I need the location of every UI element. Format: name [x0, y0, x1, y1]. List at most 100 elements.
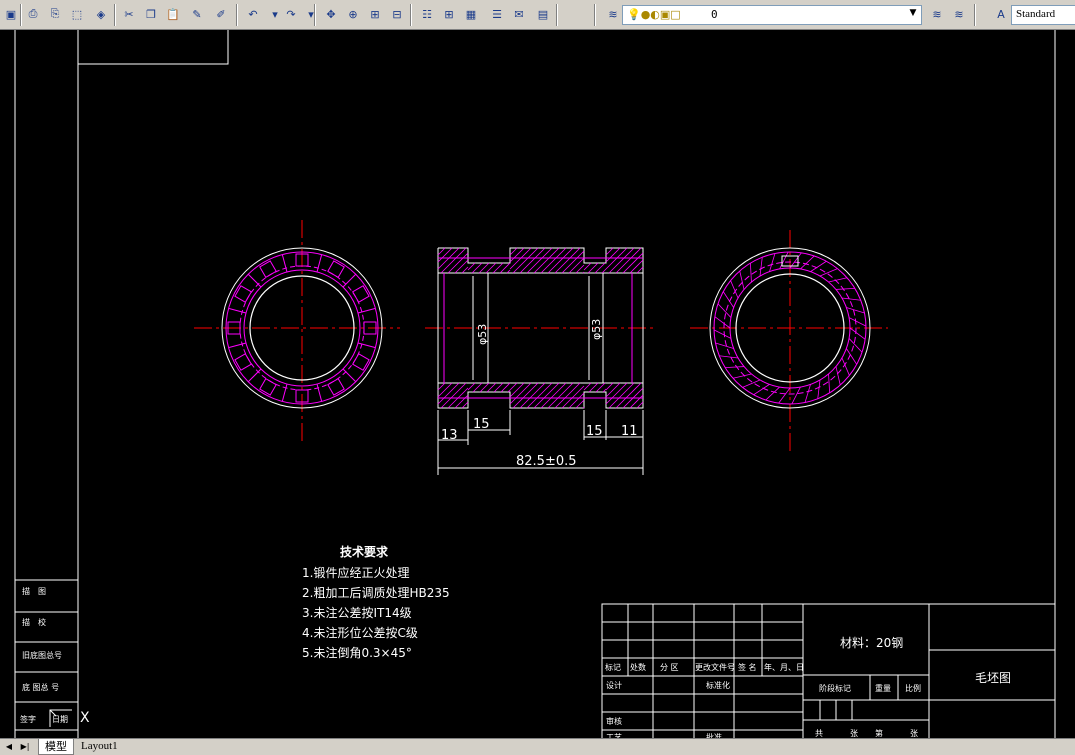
hatch-line	[486, 382, 497, 393]
toolbar-separator	[974, 4, 976, 26]
print-preview-icon[interactable]: ⎘	[46, 5, 64, 23]
hatch-line	[526, 247, 553, 274]
tooth-divider	[228, 307, 247, 314]
design-center-icon[interactable]: ⊞	[440, 5, 458, 23]
hatch-line	[437, 382, 446, 391]
layer-name: 0	[711, 8, 718, 21]
3d-dwf-icon[interactable]: ◈	[92, 5, 110, 23]
publish-icon[interactable]: ⬚	[68, 5, 86, 23]
copy-icon[interactable]: ❐	[142, 5, 160, 23]
hatch-line	[461, 401, 469, 409]
chevron-down-icon[interactable]: ▼	[907, 8, 919, 22]
tooth-divider	[342, 368, 357, 383]
tooth-divider	[247, 273, 262, 288]
hatch-line	[828, 277, 848, 283]
hatch-line	[608, 382, 635, 409]
tb-header: 标记	[605, 662, 621, 672]
zoom-window-icon[interactable]: ⊞	[366, 5, 384, 23]
tb-total: 共	[815, 729, 823, 738]
sheet-frame	[14, 30, 1056, 738]
hatch-line	[568, 257, 585, 274]
hatch-line	[595, 382, 606, 393]
tab-layout1[interactable]: Layout1	[75, 739, 124, 754]
dim-11: 11	[621, 424, 638, 439]
text-style-icon[interactable]: A	[992, 5, 1010, 23]
tooth-divider	[228, 342, 247, 349]
zoom-previous-icon[interactable]: ⊟	[388, 5, 406, 23]
tb-sheet-2: 张	[910, 729, 918, 738]
tech-item: 3.未注公差按IT14级	[302, 605, 412, 620]
text-style-dropdown[interactable]: Standard	[1011, 5, 1075, 25]
sheet-set-icon[interactable]: ☰	[488, 5, 506, 23]
hatch-line	[479, 382, 490, 393]
tb-header: 处数	[630, 662, 646, 672]
drawing-svg: 描 图 描 校 旧底图总号 底 图总 号 签字 日期 X 13 15 15 11…	[14, 30, 1056, 738]
print-icon[interactable]: ⎙	[24, 5, 42, 23]
hatch-line	[615, 247, 642, 274]
hatch-line	[588, 382, 599, 393]
pan-icon[interactable]: ✥	[322, 5, 340, 23]
properties-icon[interactable]: ☷	[418, 5, 436, 23]
layer-previous-icon[interactable]: ≋	[950, 5, 968, 23]
hatch-line	[749, 263, 752, 283]
layer-properties-icon[interactable]: ≋	[604, 5, 622, 23]
dim-overall: 82.5±0.5	[516, 454, 577, 469]
tb-nth: 第	[875, 728, 883, 738]
tooth-divider	[316, 254, 323, 273]
hatch-line	[636, 266, 644, 274]
hatch-line	[715, 342, 734, 349]
hatch-line	[636, 401, 644, 409]
right-end-view	[690, 230, 888, 455]
hatch-line	[605, 382, 614, 391]
redo-dropdown-icon[interactable]: ▾	[302, 5, 320, 23]
hatch-line	[526, 382, 553, 409]
toolbar-separator	[314, 4, 316, 26]
tech-item: 5.未注倒角0.3×45°	[302, 645, 412, 660]
hatch-line	[547, 382, 574, 409]
block-editor-icon[interactable]: ✐	[212, 5, 230, 23]
tab-nav-last-icon[interactable]: ▶|	[18, 740, 32, 753]
tab-model[interactable]: 模型	[38, 739, 74, 755]
cut-icon[interactable]: ✂	[120, 5, 138, 23]
tooth-divider	[342, 273, 357, 288]
hatch-line	[828, 373, 831, 393]
paste-icon[interactable]: 📋	[164, 5, 182, 23]
redo-icon[interactable]: ↷	[282, 5, 300, 23]
hatch-line	[440, 247, 467, 274]
left-block-label: 签字	[20, 714, 36, 724]
hatch-line	[454, 394, 469, 409]
tb-drawing-name: 毛坯图	[975, 671, 1011, 685]
match-properties-icon[interactable]: ✎	[188, 5, 206, 23]
quickcalc-icon[interactable]: ▤	[534, 5, 552, 23]
tool-palettes-icon[interactable]: ▦	[462, 5, 480, 23]
hatch-line	[601, 268, 607, 274]
tb-sheet: 张	[850, 729, 858, 738]
hatch-line	[554, 382, 581, 409]
markup-icon[interactable]: ✉	[510, 5, 528, 23]
hatch-line	[615, 382, 642, 409]
toolbar-separator	[114, 4, 116, 26]
zoom-realtime-icon[interactable]: ⊕	[344, 5, 362, 23]
drawing-canvas[interactable]: 描 图 描 校 旧底图总号 底 图总 号 签字 日期 X 13 15 15 11…	[0, 30, 1075, 738]
layer-properties-icon[interactable]: ≋	[928, 5, 946, 23]
tb-standardize: 标准化	[706, 680, 730, 690]
hatch-line	[848, 317, 867, 327]
save-icon[interactable]: ▣	[2, 5, 20, 23]
hatch-line	[509, 247, 525, 263]
undo-icon[interactable]: ↶	[244, 5, 262, 23]
hatch-line	[512, 247, 539, 274]
hatch-line	[769, 253, 776, 272]
tb-header: 分 区	[660, 663, 679, 672]
tab-nav-prev-icon[interactable]: ◀	[2, 740, 16, 753]
tech-item: 2.粗加工后调质处理HB235	[302, 586, 450, 600]
hatch-line	[568, 392, 585, 409]
hatch-line	[467, 382, 476, 391]
layer-control-dropdown[interactable]: 💡●◐▣□ 0 ▼	[622, 5, 922, 25]
hatch-line	[629, 259, 644, 274]
tb-header: 年、月、日	[764, 662, 804, 672]
hatch-line	[759, 257, 763, 277]
hatch-line	[817, 379, 821, 399]
tb-weight: 重量	[875, 683, 891, 693]
hatch-line	[605, 247, 614, 256]
hatch-line	[835, 366, 841, 386]
